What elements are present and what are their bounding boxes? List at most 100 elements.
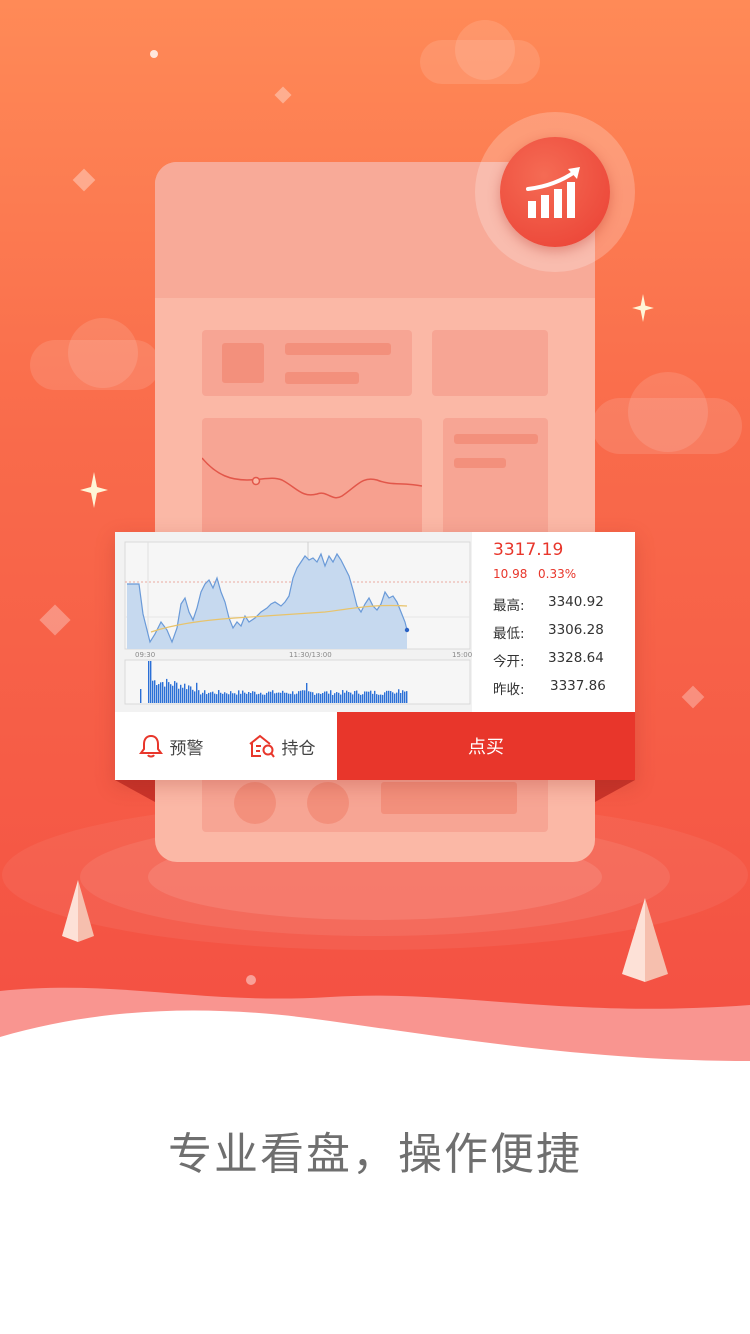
quote-high-value: 3340.92 xyxy=(548,594,604,610)
quote-open-label: 今开: xyxy=(493,654,525,670)
cloud-shape xyxy=(68,318,138,388)
volume-bar xyxy=(338,692,340,703)
mockup-line xyxy=(285,372,359,384)
volume-bar xyxy=(208,692,210,703)
volume-bar xyxy=(340,694,342,703)
panel-fold xyxy=(115,780,155,802)
volume-bar xyxy=(362,694,364,703)
volume-bar xyxy=(264,694,266,703)
volume-bar xyxy=(378,694,380,703)
hero-banner: 09:30 11:30/13:00 15:00 3317.19 10.98 0.… xyxy=(0,0,750,1080)
volume-bar xyxy=(160,682,162,703)
volume-bar xyxy=(282,690,284,703)
volume-bar xyxy=(308,691,310,703)
mockup-chart xyxy=(202,457,422,538)
volume-bar xyxy=(258,693,260,703)
alert-button[interactable]: 预警 xyxy=(115,712,227,780)
volume-bar xyxy=(162,682,164,703)
quote-high-label: 最高: xyxy=(493,598,525,614)
slogan-text: 专业看盘，操作便捷 xyxy=(168,1129,582,1180)
volume-bar xyxy=(220,692,222,703)
volume-bar xyxy=(284,692,286,703)
volume-bar xyxy=(354,691,356,703)
volume-bar xyxy=(154,680,156,703)
quote-prev-close-label: 昨收: xyxy=(493,682,525,698)
volume-bar xyxy=(280,692,282,703)
volume-bar xyxy=(230,691,232,703)
volume-bar xyxy=(150,661,152,703)
volume-bar xyxy=(174,681,176,703)
volume-bar xyxy=(406,691,408,703)
cloud-shape xyxy=(455,20,515,80)
volume-bar xyxy=(312,692,314,703)
volume-bar xyxy=(276,692,278,703)
mockup-card xyxy=(432,330,548,396)
buy-button[interactable]: 点买 xyxy=(337,712,635,780)
volume-bar xyxy=(316,693,318,703)
quote-price: 3317.19 xyxy=(493,540,564,560)
volume-bar xyxy=(252,691,254,703)
volume-bar xyxy=(228,694,230,703)
volume-bar xyxy=(304,690,306,703)
volume-bar xyxy=(186,689,188,703)
quote-panel: 09:30 11:30/13:00 15:00 3317.19 10.98 0.… xyxy=(115,532,635,780)
volume-bar xyxy=(234,693,236,703)
volume-bar xyxy=(168,682,170,703)
quote-open-value: 3328.64 xyxy=(548,650,604,666)
volume-bar xyxy=(372,693,374,703)
volume-bar xyxy=(170,684,172,703)
volume-bar xyxy=(292,691,294,703)
quote-prev-close-value: 3337.86 xyxy=(550,678,606,694)
sparkle-icon xyxy=(80,472,108,508)
volume-bar xyxy=(306,683,308,703)
volume-bar xyxy=(166,678,168,703)
volume-bar xyxy=(266,692,268,703)
volume-bar xyxy=(286,692,288,703)
volume-bar xyxy=(352,694,354,703)
volume-bar xyxy=(200,694,202,703)
volume-bar xyxy=(402,690,404,703)
volume-bar xyxy=(164,686,166,703)
volume-bar xyxy=(184,683,186,703)
cloud-shape xyxy=(628,372,708,452)
volume-bar xyxy=(374,690,376,703)
volume-bar xyxy=(268,691,270,703)
intraday-chart-svg: 09:30 11:30/13:00 15:00 xyxy=(124,541,472,705)
quote-low-value: 3306.28 xyxy=(548,622,604,638)
volume-bar xyxy=(198,690,200,703)
volume-bar xyxy=(400,693,402,703)
volume-bar xyxy=(382,694,384,703)
badge-circle xyxy=(500,137,610,247)
volume-bar xyxy=(226,693,228,703)
volume-bar xyxy=(212,691,214,703)
volume-bar xyxy=(178,688,180,703)
volume-bar xyxy=(206,694,208,703)
mockup-line xyxy=(454,434,538,444)
volume-bar xyxy=(344,692,346,703)
diamond-shape xyxy=(681,685,705,709)
volume-bar xyxy=(244,692,246,703)
volume-bar xyxy=(202,692,204,703)
volume-bar xyxy=(326,691,328,703)
volume-bar xyxy=(310,691,312,703)
diamond-shape xyxy=(274,86,292,104)
bell-icon xyxy=(138,734,163,758)
volume-bar xyxy=(380,694,382,703)
mockup-thumb xyxy=(222,343,264,383)
quote-low-label: 最低: xyxy=(493,626,525,642)
time-label-end: 15:00 xyxy=(452,651,472,659)
volume-bar xyxy=(334,693,336,703)
volume-bar xyxy=(260,692,262,703)
wave-shape xyxy=(0,987,750,1080)
volume-bar xyxy=(262,694,264,703)
alert-label: 预警 xyxy=(169,738,204,759)
volume-bar xyxy=(360,694,362,703)
volume-bar xyxy=(322,693,324,703)
volume-bar xyxy=(302,690,304,703)
mockup-circle xyxy=(234,782,276,824)
quote-summary: 3317.19 10.98 0.33% 最高: 3340.92 最低: 3306… xyxy=(472,532,635,712)
quote-change: 10.98 xyxy=(493,567,528,581)
volume-bar xyxy=(388,690,390,703)
volume-bar xyxy=(296,693,298,703)
position-button[interactable]: 持仓 xyxy=(226,712,337,780)
